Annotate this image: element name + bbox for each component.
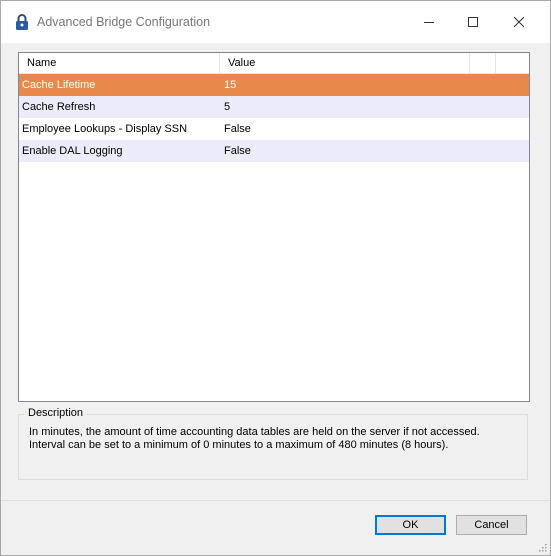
title-bar[interactable]: Advanced Bridge Configuration [1, 1, 550, 43]
row-name: Enable DAL Logging [22, 145, 123, 157]
description-line: In minutes, the amount of time accountin… [29, 426, 480, 438]
column-header-value[interactable]: Value [220, 53, 470, 73]
close-icon [514, 17, 524, 27]
description-line: Interval can be set to a minimum of 0 mi… [29, 439, 449, 451]
table-row[interactable]: Cache Refresh 5 [19, 96, 529, 118]
row-value[interactable]: 15 [224, 74, 236, 96]
row-value[interactable]: False [224, 118, 251, 140]
column-header-blank [496, 53, 529, 73]
row-name: Cache Lifetime [22, 79, 96, 91]
table-row[interactable]: Cache Lifetime 15 [19, 74, 529, 96]
cancel-button[interactable]: Cancel [456, 515, 527, 535]
divider [1, 500, 550, 501]
column-header-blank [470, 53, 496, 73]
description-text: In minutes, the amount of time accountin… [29, 426, 519, 452]
grid-header: Name Value [19, 53, 529, 74]
row-value[interactable]: 5 [224, 96, 230, 118]
lock-icon [15, 14, 29, 30]
window-title: Advanced Bridge Configuration [37, 15, 211, 29]
dialog-window: Advanced Bridge Configuration Name Value… [0, 0, 551, 556]
minimize-icon [424, 22, 434, 23]
row-name: Cache Refresh [22, 101, 96, 113]
description-group: Description In minutes, the amount of ti… [18, 407, 528, 480]
minimize-button[interactable] [406, 1, 452, 43]
row-name: Employee Lookups - Display SSN [22, 123, 188, 135]
close-button[interactable] [496, 1, 542, 43]
column-header-name[interactable]: Name [19, 53, 220, 73]
maximize-icon [468, 17, 478, 27]
table-row[interactable]: Employee Lookups - Display SSN False [19, 118, 529, 140]
maximize-button[interactable] [450, 1, 496, 43]
row-value[interactable]: False [224, 140, 251, 162]
settings-grid[interactable]: Name Value Cache Lifetime 15 Cache Refre… [18, 52, 530, 402]
description-legend: Description [25, 407, 87, 419]
ok-button[interactable]: OK [375, 515, 446, 535]
table-row[interactable]: Enable DAL Logging False [19, 140, 529, 162]
resize-grip-icon[interactable] [537, 542, 547, 552]
